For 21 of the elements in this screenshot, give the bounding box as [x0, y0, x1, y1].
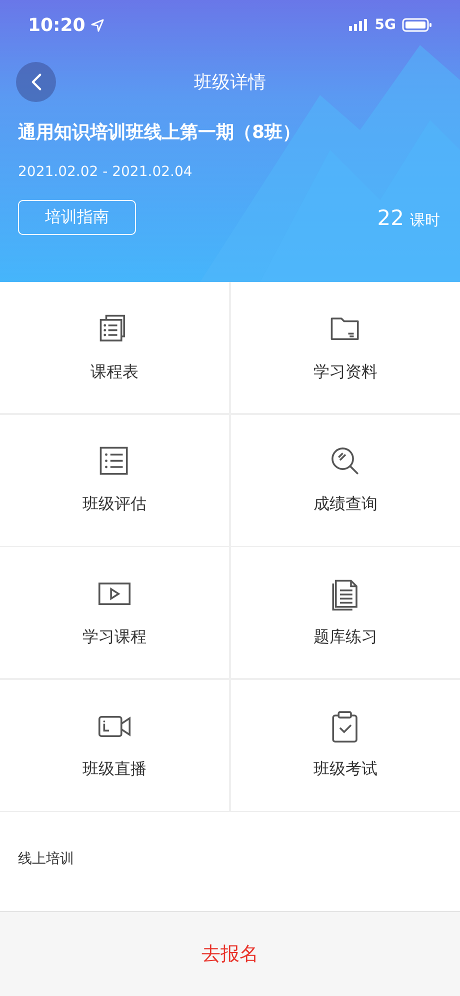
course-title: 通用知识培训班线上第一期（8班）: [18, 121, 302, 144]
menu-item[interactable]: 成绩查询: [230, 414, 460, 546]
battery-icon: [402, 18, 432, 32]
back-button[interactable]: [16, 62, 56, 102]
network-label: 5G: [374, 17, 396, 33]
menu-item[interactable]: 课程表: [0, 282, 230, 413]
course-dates: 2021.02.02 - 2021.02.04: [18, 164, 194, 180]
menu-item[interactable]: 学习课程: [0, 547, 230, 678]
menu-item[interactable]: 班级直播: [0, 680, 230, 810]
signup-button[interactable]: 去报名: [178, 933, 282, 975]
menu-item[interactable]: 学习资料: [230, 282, 460, 413]
location-arrow-icon: [91, 18, 104, 32]
menu-item[interactable]: 题库练习: [230, 547, 460, 678]
hours-count: 22: [377, 206, 404, 230]
section-text: 线上培训: [18, 850, 74, 866]
menu-item[interactable]: 班级评估: [0, 414, 230, 546]
page-title: 班级详情: [194, 71, 266, 94]
hours-unit: 课时: [410, 210, 440, 230]
signal-icon: [348, 19, 369, 31]
menu-item[interactable]: 班级考试: [230, 680, 460, 810]
status-time: 10:20: [28, 14, 86, 36]
